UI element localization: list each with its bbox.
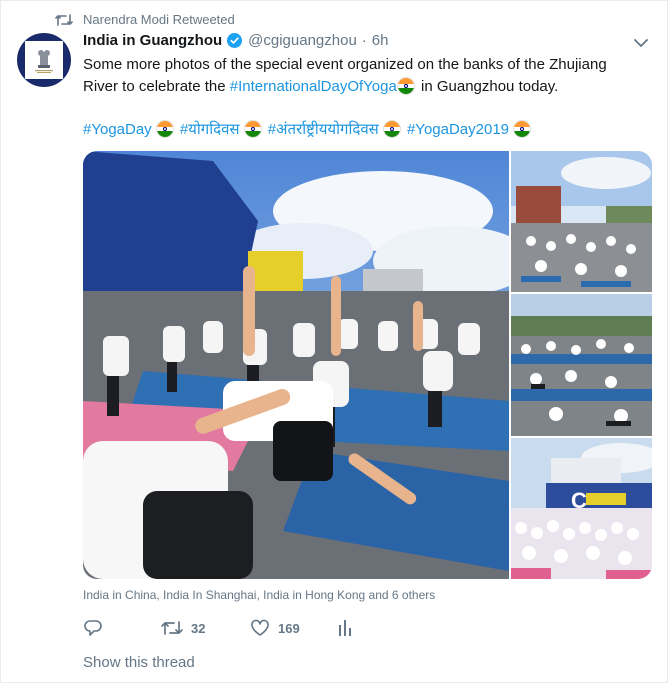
- india-flag-emoji-icon: [383, 121, 400, 137]
- heart-icon: [251, 619, 269, 636]
- tweet-card[interactable]: Narendra Modi Retweeted India in Guangzh…: [0, 0, 668, 683]
- hashtag-link[interactable]: #YogaDay2019: [407, 121, 509, 138]
- india-flag-emoji-icon: [514, 121, 531, 137]
- hashtag-link[interactable]: #अंतर्राष्ट्रीययोगदिवस: [268, 121, 379, 138]
- retweet-icon: [55, 13, 73, 26]
- india-flag-emoji-icon: [397, 78, 414, 94]
- hashtag-link[interactable]: #InternationalDayOfYoga: [230, 78, 397, 95]
- author-handle[interactable]: @cgiguangzhou: [248, 32, 357, 49]
- emblem-logo: [25, 41, 63, 79]
- india-flag-emoji-icon: [244, 121, 261, 137]
- retweet-button[interactable]: 32: [161, 619, 250, 637]
- verified-badge-icon: [227, 33, 243, 48]
- separator-dot: ·: [361, 32, 367, 49]
- hashtag-link[interactable]: #YogaDay: [83, 121, 152, 138]
- like-count: 169: [278, 620, 300, 636]
- tweet-text-after: in Guangzhou today.: [416, 78, 559, 95]
- author-name[interactable]: India in Guangzhou: [83, 32, 222, 49]
- analytics-icon: [339, 620, 351, 636]
- tweet-text: Some more photos of the special event or…: [83, 54, 643, 98]
- yoga-photo-group-ship[interactable]: C: [511, 438, 652, 579]
- tagged-users-line[interactable]: India in China, India In Shanghai, India…: [83, 588, 435, 602]
- reply-button[interactable]: [83, 618, 161, 638]
- retweeted-by-row: Narendra Modi Retweeted: [55, 12, 235, 27]
- show-thread-link[interactable]: Show this thread: [83, 654, 195, 671]
- india-flag-emoji-icon: [156, 121, 173, 137]
- yoga-photo-riverbank-main[interactable]: [83, 151, 509, 579]
- media-grid: C: [83, 151, 652, 579]
- reply-icon: [84, 620, 102, 636]
- like-button[interactable]: 169: [250, 619, 338, 637]
- avatar[interactable]: [17, 33, 71, 87]
- retweet-icon: [161, 621, 183, 635]
- retweeted-by-label: Narendra Modi Retweeted: [83, 12, 235, 27]
- retweet-count: 32: [191, 620, 206, 636]
- timestamp[interactable]: 6h: [372, 32, 389, 49]
- action-bar: 32 169: [83, 618, 352, 638]
- hashtag-line: #YogaDay #योगदिवस #अंतर्राष्ट्रीययोगदिवस…: [83, 119, 653, 141]
- tweet-header: India in Guangzhou @cgiguangzhou · 6h: [83, 32, 388, 49]
- yoga-photo-crowd-plaza[interactable]: [511, 151, 652, 292]
- hashtag-link[interactable]: #योगदिवस: [180, 121, 240, 138]
- yoga-photo-rows-mats[interactable]: [511, 294, 652, 436]
- analytics-button[interactable]: [338, 619, 352, 637]
- chevron-down-icon[interactable]: [633, 38, 649, 48]
